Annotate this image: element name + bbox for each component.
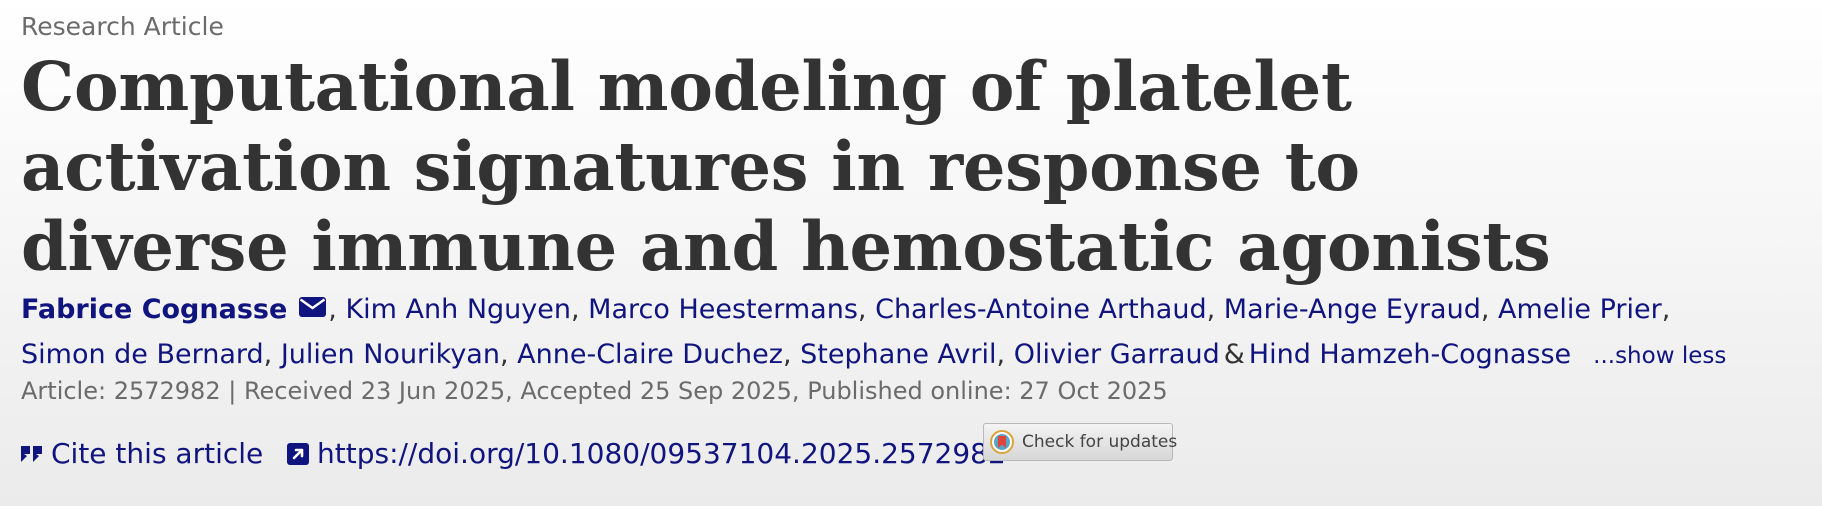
- author-link[interactable]: Amelie Prier: [1498, 294, 1662, 325]
- author-link[interactable]: Olivier Garraud: [1014, 339, 1220, 370]
- show-less-toggle[interactable]: ...show less: [1593, 343, 1726, 369]
- author-link[interactable]: Simon de Bernard: [21, 339, 264, 370]
- cite-label: Cite this article: [51, 437, 264, 470]
- doi-url: https://doi.org/10.1080/09537104.2025.25…: [317, 437, 1006, 470]
- envelope-icon[interactable]: [299, 287, 327, 331]
- article-meta: Article: 2572982 | Received 23 Jun 2025,…: [21, 377, 1168, 405]
- cite-article-link[interactable]: Cite this article: [21, 437, 263, 470]
- crossmark-icon: [990, 430, 1014, 454]
- author-link[interactable]: Marco Heestermans: [588, 294, 858, 325]
- quote-icon: [21, 444, 43, 464]
- author-link[interactable]: Charles-Antoine Arthaud: [875, 294, 1207, 325]
- article-title: Computational modeling of platelet activ…: [21, 47, 1551, 286]
- author-link[interactable]: Anne-Claire Duchez: [517, 339, 783, 370]
- external-link-icon: [287, 442, 309, 465]
- author-list: Fabrice Cognasse, Kim Anh Nguyen, Marco …: [21, 288, 1811, 378]
- check-for-updates-button[interactable]: Check for updates: [983, 423, 1177, 461]
- article-type-label: Research Article: [21, 12, 224, 41]
- author-link[interactable]: Fabrice Cognasse: [21, 294, 287, 325]
- check-for-updates-label: Check for updates: [1022, 432, 1178, 452]
- author-link[interactable]: Kim Anh Nguyen: [345, 294, 571, 325]
- doi-link[interactable]: https://doi.org/10.1080/09537104.2025.25…: [287, 437, 1006, 470]
- author-link[interactable]: Marie-Ange Eyraud: [1224, 294, 1481, 325]
- author-link[interactable]: Stephane Avril: [800, 339, 996, 370]
- author-link[interactable]: Julien Nourikyan: [281, 339, 500, 370]
- author-link[interactable]: Hind Hamzeh-Cognasse: [1249, 339, 1571, 370]
- ampersand: &: [1223, 338, 1245, 370]
